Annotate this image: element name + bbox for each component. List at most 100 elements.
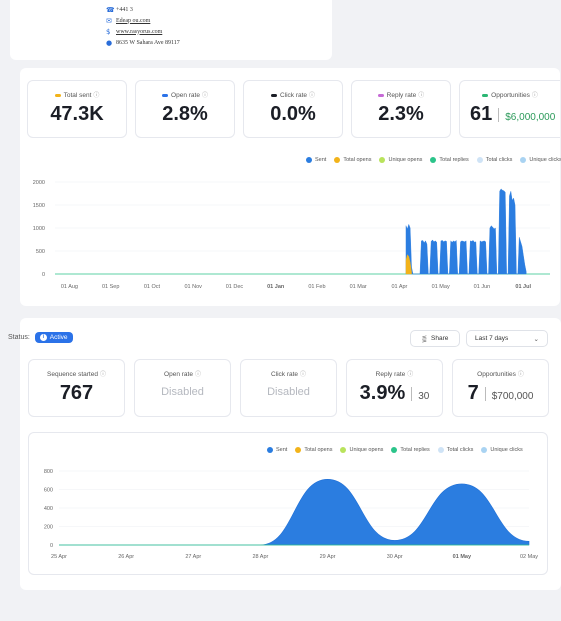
address-text: 8635 W Sahara Ave 89117: [116, 39, 180, 46]
stat-card-sequence-started: Sequence started ⓘ 767: [28, 359, 125, 417]
info-icon[interactable]: ⓘ: [300, 372, 306, 378]
stat-value: Disabled: [161, 386, 204, 398]
website-link[interactable]: www.rasyorus.com: [116, 29, 162, 35]
stat-value: Disabled: [267, 386, 310, 398]
x-tick-label: 01 Feb: [308, 284, 325, 290]
series-sent: [405, 188, 527, 275]
legend-dot-icon: [54, 93, 61, 97]
stat-label-text: Reply rate: [386, 92, 417, 99]
contact-address: ● 8635 W Sahara Ave 89117: [106, 37, 180, 48]
x-tick-label: 30 Apr: [387, 554, 403, 560]
info-icon[interactable]: ⓘ: [407, 372, 413, 378]
reply-count: 30: [418, 391, 430, 402]
stat-card-click-rate: Click rate ⓘ 0.0%: [243, 80, 343, 138]
stat-value: 767: [59, 382, 94, 404]
phone-text: +441 3: [116, 6, 133, 13]
legend-item-total-replies[interactable]: Total replies: [430, 157, 469, 163]
stat-value: 0.0%: [270, 103, 316, 125]
legend-item-total-opens[interactable]: Total opens: [295, 447, 332, 453]
stat-label-text: Reply rate: [375, 371, 406, 378]
legend-item-unique-opens[interactable]: Unique opens: [379, 157, 422, 163]
legend-item-total-opens[interactable]: Total opens: [334, 157, 371, 163]
info-icon[interactable]: ⓘ: [518, 372, 524, 378]
sequence-chart: 0 200 400 600 800 25 Apr 26 Apr 27 Apr 28 Apr 29 …: [44, 469, 538, 560]
info-icon[interactable]: ⓘ: [93, 93, 99, 99]
stat-label: Open rate ⓘ: [136, 90, 234, 99]
info-icon[interactable]: ⓘ: [100, 372, 106, 378]
stat-card-total-sent: Total sent ⓘ 47.3K: [27, 80, 127, 138]
stat-card-opportunities: Opportunities ⓘ 61 $6,000,000: [459, 80, 560, 138]
x-tick-label: 25 Apr: [51, 554, 67, 560]
stat-label: Opportunities ⓘ: [453, 369, 548, 378]
info-icon[interactable]: ⓘ: [532, 93, 538, 99]
legend-label: Total replies: [400, 447, 430, 453]
dollar-icon: $: [106, 27, 111, 36]
legend-label: Total clicks: [446, 447, 474, 453]
x-tick-label: 02 May: [520, 554, 538, 560]
legend-swatch-icon: [295, 447, 302, 453]
legend-item-unique-opens[interactable]: Unique opens: [340, 447, 383, 453]
legend-item-unique-clicks[interactable]: Unique clicks: [481, 447, 523, 453]
legend-label: Unique clicks: [529, 157, 561, 163]
sequence-chart-card: Sent Total opens Unique opens Total replies…: [28, 432, 548, 575]
share-button[interactable]: ⋚ Share: [410, 330, 460, 347]
status-badge-text: Active: [49, 334, 68, 341]
contact-website[interactable]: $ www.rasyorus.com: [106, 26, 162, 37]
legend-item-total-clicks[interactable]: Total clicks: [476, 157, 512, 163]
info-icon: i: [39, 334, 47, 341]
stat-value: 3.9% 30: [347, 382, 442, 405]
opportunities-count: 61: [470, 103, 493, 125]
legend-swatch-icon: [481, 447, 488, 453]
legend-label: Total replies: [439, 157, 469, 163]
x-tick-label: 27 Apr: [185, 554, 201, 560]
stat-card-reply-rate: Reply rate ⓘ 2.3%: [351, 80, 451, 138]
x-tick-label: 01 Mar: [350, 284, 367, 290]
legend-dot-icon: [482, 93, 489, 97]
stat-value: 61 $6,000,000: [460, 103, 560, 126]
x-tick-label: 26 Apr: [118, 554, 134, 560]
legend-dot-icon: [377, 93, 384, 97]
chevron-down-icon: ⌄: [533, 335, 539, 343]
stat-label-text: Click rate: [279, 92, 308, 99]
legend-item-sent[interactable]: Sent: [267, 447, 287, 453]
legend-dot-icon: [270, 93, 277, 97]
legend-swatch-icon: [430, 157, 437, 163]
x-tick-label: 01 Apr: [391, 284, 407, 290]
phone-icon: ☎: [106, 5, 115, 14]
stat-label: Click rate ⓘ: [244, 90, 342, 99]
stat-label-text: Open rate: [164, 371, 193, 378]
contact-email[interactable]: ✉ Edeap ou.com: [106, 15, 150, 26]
status-badge[interactable]: i Active: [34, 332, 73, 343]
stat-label: Opportunities ⓘ: [460, 90, 560, 99]
stat-label: Click rate ⓘ: [241, 369, 336, 378]
legend-item-sent[interactable]: Sent: [306, 157, 326, 163]
date-range-label: Last 7 days: [475, 335, 509, 342]
legend-item-total-replies[interactable]: Total replies: [391, 447, 430, 453]
y-tick-label: 400: [44, 506, 53, 512]
legend-item-total-clicks[interactable]: Total clicks: [437, 447, 474, 453]
opportunities-amount: $700,000: [491, 391, 534, 402]
x-tick-label: 01 Jun: [474, 284, 491, 290]
info-icon[interactable]: ⓘ: [418, 93, 424, 99]
info-icon[interactable]: ⓘ: [195, 372, 201, 378]
stat-value: 2.8%: [162, 103, 208, 125]
share-label: Share: [431, 335, 449, 342]
info-icon[interactable]: ⓘ: [202, 93, 208, 99]
info-icon[interactable]: ⓘ: [309, 93, 315, 99]
stat-value: 2.3%: [378, 103, 424, 125]
contact-panel: ☎ +441 3 ✉ Edeap ou.com $ www.rasyorus.c…: [10, 0, 332, 60]
stat-label: Sequence started ⓘ: [29, 369, 124, 378]
stat-label-text: Opportunities: [477, 371, 516, 378]
chart-legend-sequence: Sent Total opens Unique opens Total replies…: [267, 447, 523, 453]
x-tick-label: 01 Jan: [267, 284, 285, 290]
stat-label-text: Total sent: [63, 92, 92, 99]
legend-label: Total opens: [343, 157, 372, 163]
y-tick-label: 0: [50, 543, 53, 549]
stat-card-open-rate: Open rate ⓘ 2.8%: [135, 80, 235, 138]
legend-item-unique-clicks[interactable]: Unique clicks: [520, 157, 561, 163]
x-tick-label: 01 Nov: [184, 284, 202, 290]
date-range-select[interactable]: Last 7 days ⌄: [466, 330, 548, 347]
email-link[interactable]: Edeap ou.com: [116, 18, 150, 24]
legend-label: Sent: [315, 157, 327, 163]
y-tick-label: 2000: [33, 180, 45, 186]
